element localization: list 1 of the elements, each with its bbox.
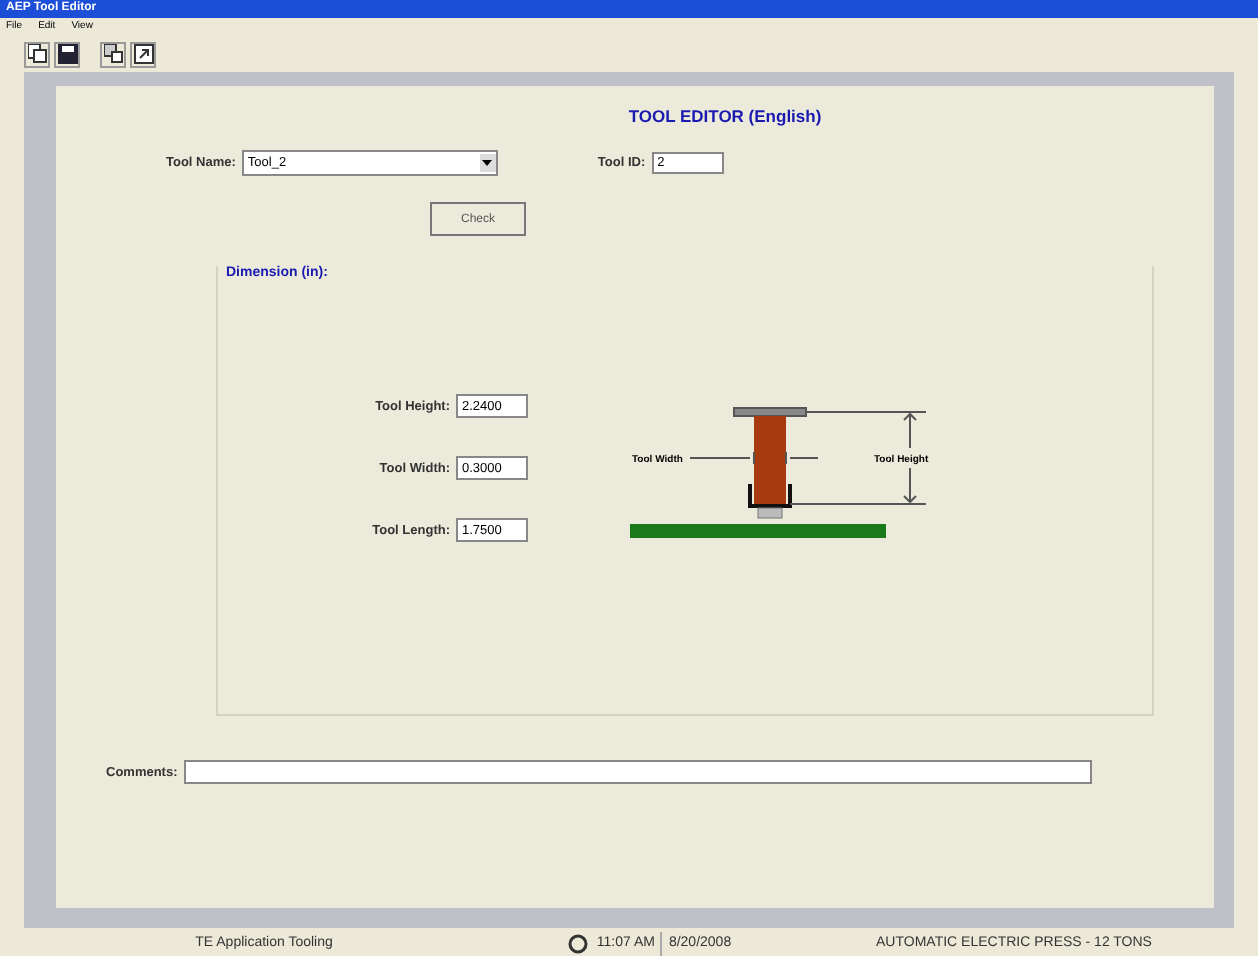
form-heading: TOOL EDITOR (English) [628, 106, 822, 126]
